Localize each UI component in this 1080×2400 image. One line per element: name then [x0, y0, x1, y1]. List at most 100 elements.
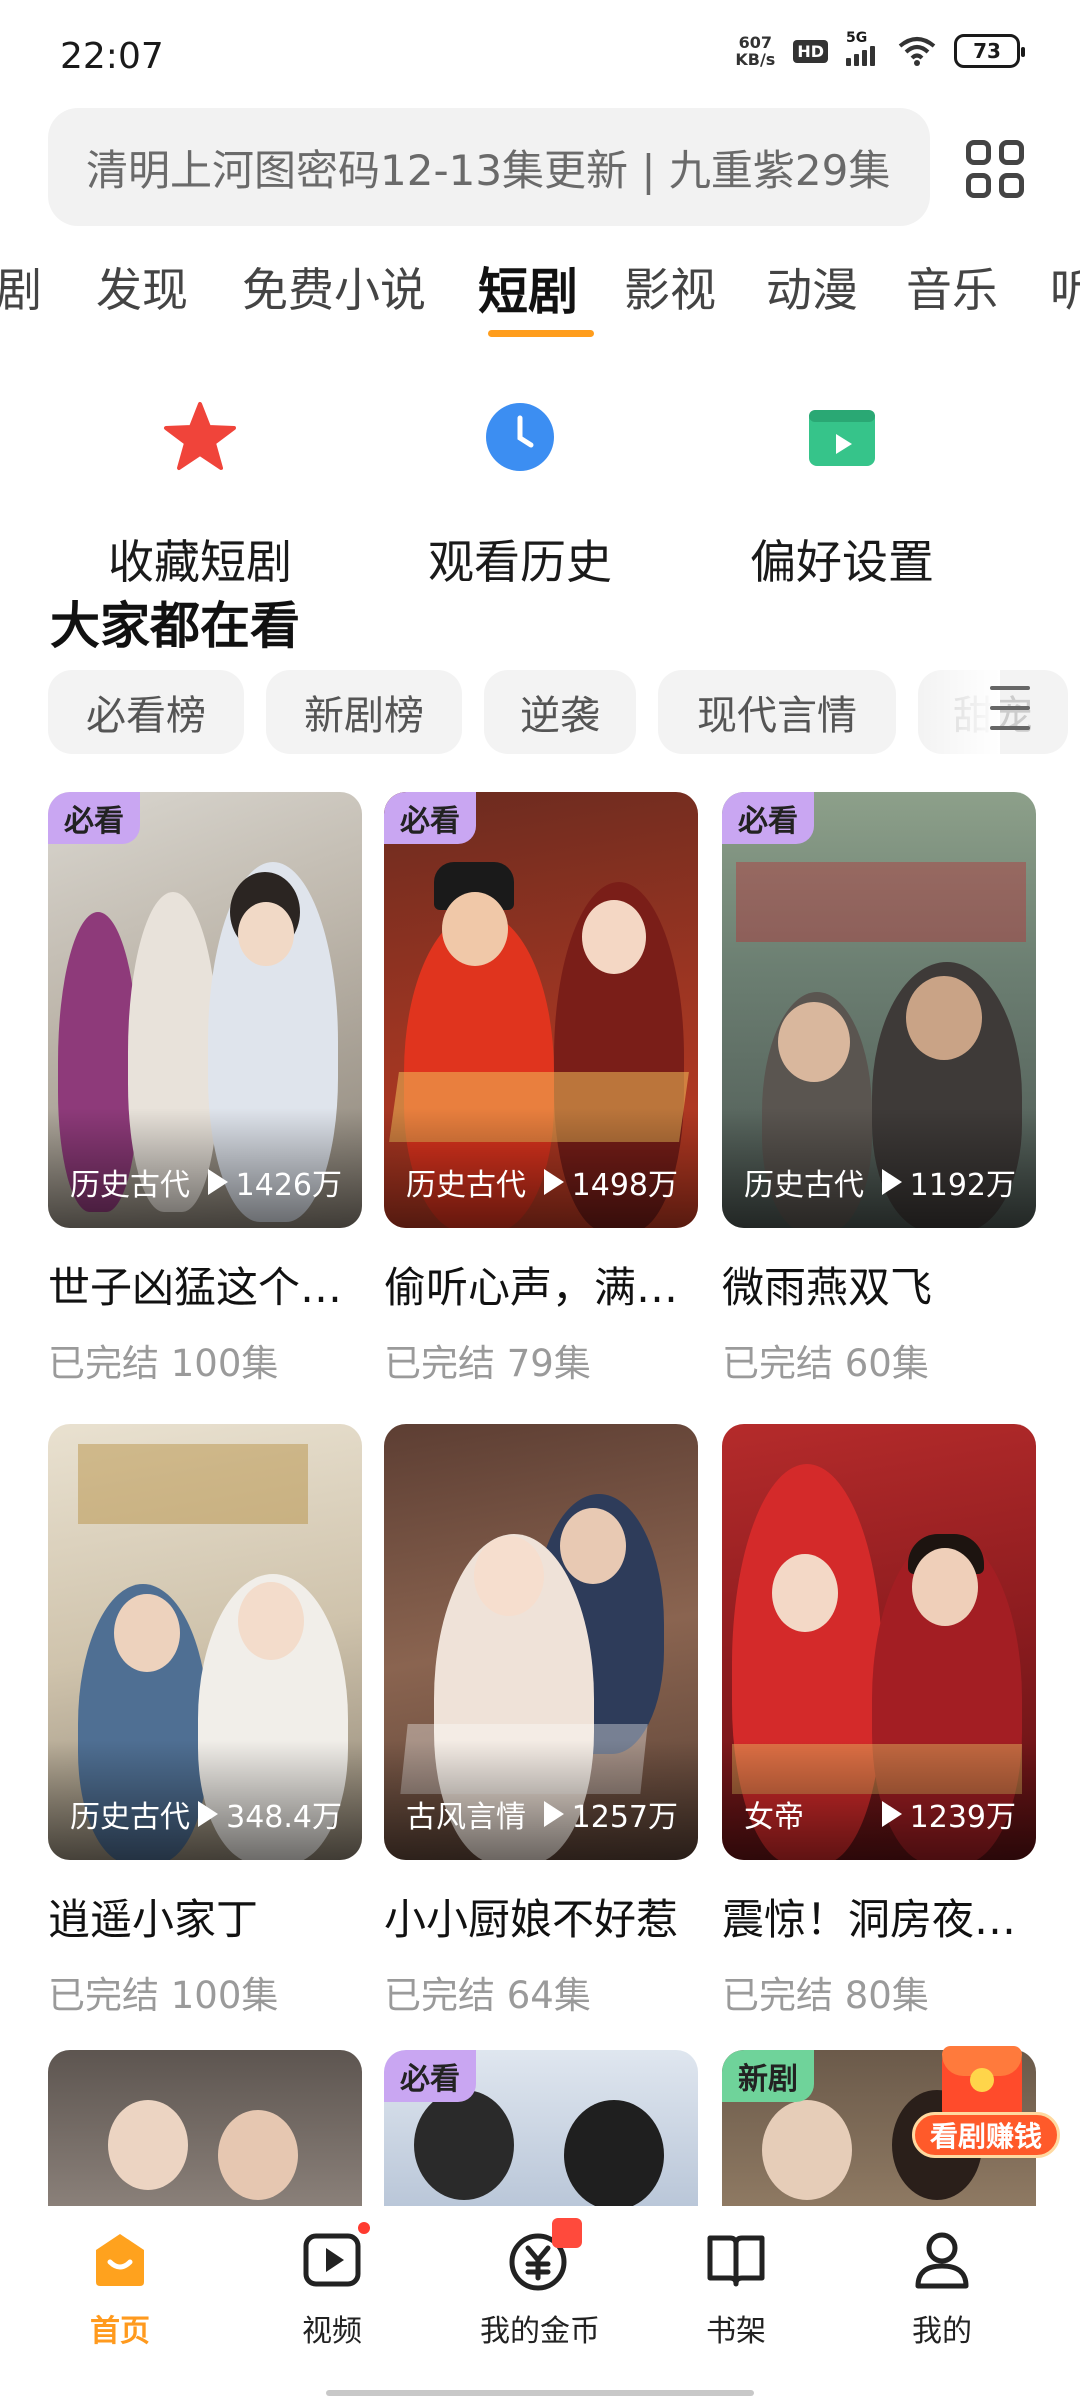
tab-discover[interactable]: 发现	[96, 254, 188, 320]
genre-label: 历史古代	[744, 1168, 864, 1203]
status-bar: 22:07 607 KB/s HD 5G 73	[0, 0, 1080, 110]
drama-title[interactable]: 小小厨娘不好惹	[384, 1886, 698, 1947]
drama-poster[interactable]: 古风言情 1257万	[384, 1424, 698, 1860]
must-watch-tag: 必看	[48, 792, 140, 844]
status-icons: 607 KB/s HD 5G 73	[735, 30, 1025, 68]
status-time: 22:07	[60, 36, 164, 77]
drama-card[interactable]: 必看 历史古代 1426万 世子凶猛这个… 已完结 100集	[48, 792, 362, 1387]
red-envelope-badge-icon	[552, 2218, 582, 2248]
play-count: 1498万	[543, 1160, 678, 1204]
drama-meta: 已完结 60集	[722, 1333, 1036, 1387]
poster-art	[762, 2100, 852, 2200]
play-icon	[198, 1801, 219, 1827]
grid-menu-icon[interactable]	[966, 140, 1024, 198]
battery-level: 73	[973, 39, 1001, 63]
home-indicator[interactable]	[326, 2390, 754, 2396]
nav-video[interactable]: 视频	[252, 2222, 412, 2350]
play-count-value: 1192万	[909, 1168, 1016, 1203]
tab-free-novels[interactable]: 免费小说	[242, 254, 426, 320]
menu-lines-icon[interactable]	[990, 686, 1030, 730]
play-count: 1192万	[881, 1160, 1016, 1204]
drama-card-partial[interactable]	[48, 2050, 362, 2210]
drama-meta: 已完结 100集	[48, 1333, 362, 1387]
search-bar[interactable]: 清明上河图密码12-13集更新 | 九重紫29集	[48, 108, 930, 226]
drama-card-partial[interactable]: 必看	[384, 2050, 698, 2210]
drama-card[interactable]: 女帝 1239万 震惊！洞房夜… 已完结 80集	[722, 1424, 1036, 2019]
drama-poster[interactable]	[48, 2050, 362, 2210]
chips-fade	[920, 660, 1000, 760]
drama-card[interactable]: 古风言情 1257万 小小厨娘不好惹 已完结 64集	[384, 1424, 698, 2019]
nav-home[interactable]: 首页	[40, 2228, 200, 2350]
play-count-value: 1257万	[571, 1800, 678, 1835]
wifi-icon	[898, 37, 936, 66]
tab-partial-left[interactable]: 剧	[0, 254, 42, 320]
episode-count: 79集	[506, 1342, 591, 1385]
genre-label: 历史古代	[70, 1800, 190, 1835]
drama-title[interactable]: 逍遥小家丁	[48, 1886, 362, 1947]
watch-earn-label: 看剧赚钱	[912, 2112, 1060, 2158]
favorites-button[interactable]: 收藏短剧	[50, 400, 350, 592]
network-type-label: 5G	[846, 30, 868, 46]
preferences-button[interactable]: 偏好设置	[692, 400, 992, 592]
nav-video-label: 视频	[302, 2314, 362, 2349]
drama-poster[interactable]: 必看 历史古代 1426万	[48, 792, 362, 1228]
clock-icon	[483, 400, 557, 474]
network-speed-unit: KB/s	[735, 50, 776, 69]
play-count-value: 1426万	[235, 1168, 342, 1203]
nav-coins[interactable]: 我的金币	[460, 2218, 620, 2350]
genre-label: 古风言情	[406, 1800, 526, 1835]
must-watch-tag: 必看	[722, 792, 814, 844]
episode-count: 80集	[844, 1974, 929, 2017]
home-icon	[88, 2228, 152, 2292]
chip-must-watch[interactable]: 必看榜	[48, 670, 244, 754]
tab-film-tv[interactable]: 影视	[624, 254, 716, 320]
drama-poster[interactable]: 必看 历史古代 1192万	[722, 792, 1036, 1228]
battery-icon: 73	[954, 34, 1025, 68]
nav-bookshelf[interactable]: 书架	[656, 2228, 816, 2350]
drama-poster[interactable]: 必看	[384, 2050, 698, 2210]
cellular-signal-icon: 5G	[846, 30, 880, 66]
drama-meta: 已完结 100集	[48, 1965, 362, 2019]
preferences-label: 偏好设置	[750, 535, 934, 589]
poster-art	[218, 2110, 298, 2200]
nav-bookshelf-label: 书架	[706, 2314, 766, 2349]
play-icon	[881, 1169, 902, 1195]
drama-title[interactable]: 世子凶猛这个…	[48, 1254, 362, 1315]
new-drama-tag: 新剧	[722, 2050, 814, 2102]
nav-profile-label: 我的	[912, 2314, 972, 2349]
play-count-value: 1498万	[571, 1168, 678, 1203]
video-play-icon	[300, 2222, 370, 2292]
drama-card[interactable]: 必看 历史古代 1192万 微雨燕双飞 已完结 60集	[722, 792, 1036, 1387]
drama-title[interactable]: 震惊！洞房夜…	[722, 1886, 1036, 1947]
play-icon	[207, 1169, 228, 1195]
play-count: 1426万	[207, 1160, 342, 1204]
tab-partial-right[interactable]: 听	[1050, 254, 1080, 320]
must-watch-tag: 必看	[384, 792, 476, 844]
tab-anime[interactable]: 动漫	[766, 254, 858, 320]
genre-label: 历史古代	[70, 1168, 190, 1203]
chip-new-drama[interactable]: 新剧榜	[266, 670, 462, 754]
drama-poster[interactable]: 女帝 1239万	[722, 1424, 1036, 1860]
genre-label: 历史古代	[406, 1168, 526, 1203]
tab-short-drama[interactable]: 短剧	[478, 254, 578, 324]
watch-history-button[interactable]: 观看历史	[370, 400, 670, 592]
play-icon	[881, 1801, 902, 1827]
watch-history-label: 观看历史	[428, 535, 612, 589]
nav-coins-label: 我的金币	[480, 2314, 600, 2349]
watch-earn-reward-button[interactable]: 看剧赚钱	[912, 2046, 1060, 2166]
tab-music[interactable]: 音乐	[906, 254, 998, 320]
search-hint-text: 清明上河图密码12-13集更新 | 九重紫29集	[86, 145, 891, 195]
drama-card[interactable]: 必看 历史古代 1498万 偷听心声，满… 已完结 79集	[384, 792, 698, 1387]
nav-profile[interactable]: 我的	[862, 2228, 1022, 2350]
chip-comeback[interactable]: 逆袭	[484, 670, 636, 754]
chip-modern-romance[interactable]: 现代言情	[658, 670, 896, 754]
poster-art	[108, 2100, 188, 2190]
drama-title[interactable]: 微雨燕双飞	[722, 1254, 1036, 1315]
drama-poster[interactable]: 历史古代 348.4万	[48, 1424, 362, 1860]
drama-card[interactable]: 历史古代 348.4万 逍遥小家丁 已完结 100集	[48, 1424, 362, 2019]
drama-poster[interactable]: 必看 历史古代 1498万	[384, 792, 698, 1228]
nav-home-label: 首页	[90, 2314, 150, 2349]
drama-title[interactable]: 偷听心声，满…	[384, 1254, 698, 1315]
network-speed: 607 KB/s	[735, 34, 775, 68]
episode-count: 60集	[844, 1342, 929, 1385]
